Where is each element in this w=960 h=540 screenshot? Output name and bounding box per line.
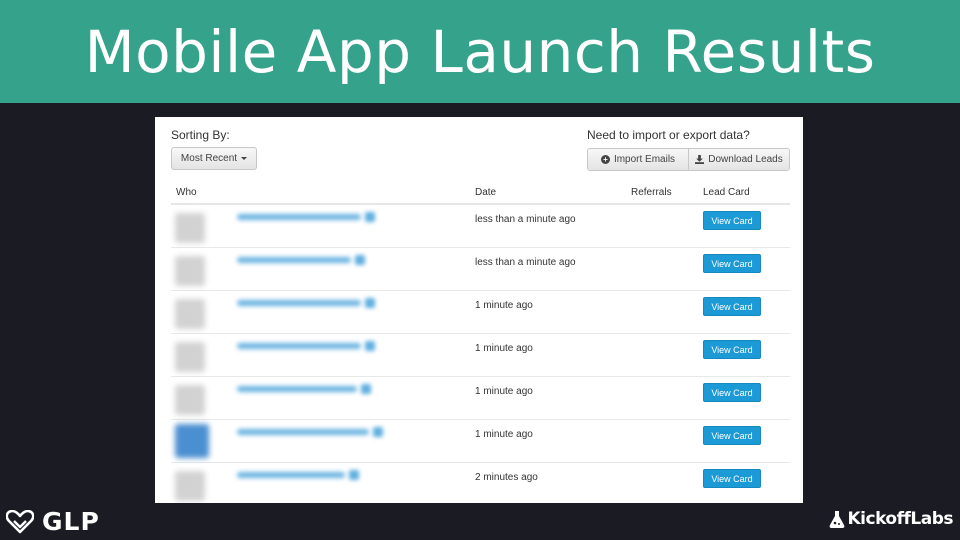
redacted-badge — [355, 255, 365, 265]
avatar — [175, 471, 205, 501]
table-row: 1 minute ago View Card — [171, 420, 790, 463]
import-export-label: Need to import or export data? — [587, 128, 750, 142]
download-icon — [695, 155, 705, 164]
redacted-badge — [365, 212, 375, 222]
redacted-email — [237, 214, 361, 220]
column-date: Date — [475, 187, 497, 198]
flask-logo-icon — [829, 511, 844, 528]
redacted-email — [237, 343, 361, 349]
sort-dropdown[interactable]: Most Recent — [171, 147, 257, 170]
redacted-email — [237, 429, 369, 435]
sort-dropdown-value: Most Recent — [180, 153, 238, 164]
row-date: 1 minute ago — [475, 343, 533, 354]
redacted-badge — [373, 427, 383, 437]
column-who: Who — [176, 187, 197, 198]
kickofflabs-logo-text: KickoffLabs — [847, 509, 954, 529]
redacted-email — [237, 257, 351, 263]
avatar — [175, 213, 205, 243]
redacted-badge — [361, 384, 371, 394]
page-title: Mobile App Launch Results — [84, 17, 876, 86]
sorting-label: Sorting By: — [171, 128, 230, 142]
plus-circle-icon: + — [600, 155, 610, 164]
row-date: 1 minute ago — [475, 429, 533, 440]
kickofflabs-logo: KickoffLabs — [829, 509, 954, 529]
view-card-button[interactable]: View Card — [703, 254, 761, 273]
glp-logo-text: GLP — [42, 507, 100, 536]
heart-logo-icon — [6, 509, 34, 533]
title-banner: Mobile App Launch Results — [0, 0, 960, 103]
redacted-badge — [365, 341, 375, 351]
redacted-badge — [349, 470, 359, 480]
view-card-button[interactable]: View Card — [703, 469, 761, 488]
caret-down-icon — [241, 157, 248, 160]
row-date: less than a minute ago — [475, 257, 576, 268]
download-leads-label: Download Leads — [708, 154, 783, 165]
redacted-email — [237, 300, 361, 306]
column-referrals: Referrals — [631, 187, 672, 198]
view-card-button[interactable]: View Card — [703, 297, 761, 316]
import-emails-button[interactable]: + Import Emails — [588, 149, 688, 170]
view-card-button[interactable]: View Card — [703, 211, 761, 230]
table-row: 1 minute ago View Card — [171, 334, 790, 377]
view-card-button[interactable]: View Card — [703, 426, 761, 445]
row-date: 1 minute ago — [475, 300, 533, 311]
row-date: less than a minute ago — [475, 214, 576, 225]
leads-panel: Sorting By: Most Recent Need to import o… — [155, 117, 803, 503]
avatar — [175, 424, 209, 458]
table-row: less than a minute ago View Card — [171, 205, 790, 248]
avatar — [175, 342, 205, 372]
avatar — [175, 385, 205, 415]
redacted-badge — [365, 298, 375, 308]
download-leads-button[interactable]: Download Leads — [688, 149, 789, 170]
redacted-email — [237, 472, 345, 478]
import-emails-label: Import Emails — [613, 154, 676, 165]
table-row: 2 minutes ago View Card — [171, 463, 790, 503]
avatar — [175, 256, 205, 286]
table-row: 1 minute ago View Card — [171, 291, 790, 334]
redacted-email — [237, 386, 357, 392]
column-lead-card: Lead Card — [703, 187, 750, 198]
view-card-button[interactable]: View Card — [703, 340, 761, 359]
glp-logo: GLP — [6, 507, 100, 536]
table-header: Who Date Referrals Lead Card — [171, 187, 790, 205]
row-date: 1 minute ago — [475, 386, 533, 397]
table-row: 1 minute ago View Card — [171, 377, 790, 420]
avatar — [175, 299, 205, 329]
row-date: 2 minutes ago — [475, 472, 538, 483]
table-row: less than a minute ago View Card — [171, 248, 790, 291]
view-card-button[interactable]: View Card — [703, 383, 761, 402]
import-export-buttons: + Import Emails Download Leads — [587, 148, 790, 171]
